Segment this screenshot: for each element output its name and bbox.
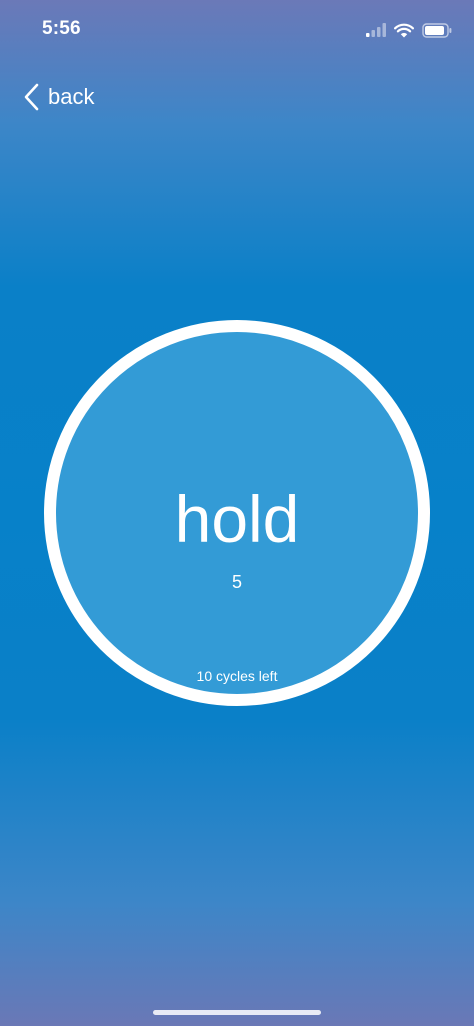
back-label: back — [48, 84, 95, 109]
status-bar: 5:56 — [0, 0, 474, 60]
home-indicator[interactable] — [153, 1010, 321, 1015]
cellular-signal-icon — [366, 23, 386, 37]
chevron-left-icon — [24, 83, 39, 111]
back-button[interactable]: back — [24, 80, 94, 114]
wifi-icon — [394, 23, 414, 37]
cycles-left-label: 10 cycles left — [196, 668, 278, 684]
battery-icon — [422, 22, 452, 38]
breathing-phase-count: 5 — [231, 572, 242, 592]
breathing-circle: hold 5 10 cycles left — [44, 320, 430, 706]
status-icons — [366, 20, 452, 40]
status-time: 5:56 — [42, 18, 81, 39]
breathing-phase-label: hold — [174, 482, 300, 556]
